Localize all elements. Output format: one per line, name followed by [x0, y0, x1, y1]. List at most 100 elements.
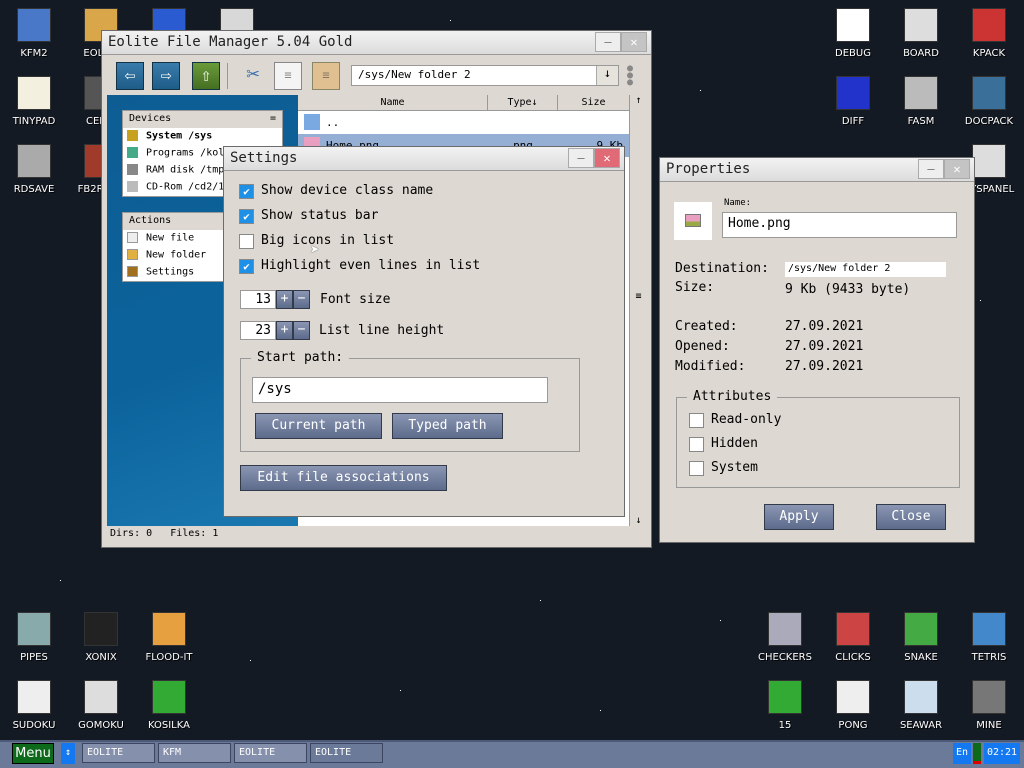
close-button[interactable]: ✕	[944, 159, 970, 179]
desktop-icon-board[interactable]: BOARD	[887, 4, 955, 68]
paste-icon[interactable]: ≡	[312, 62, 340, 90]
language-indicator[interactable]: En	[953, 743, 971, 764]
line-height-input[interactable]: 23	[240, 321, 276, 340]
opened-label: Opened:	[675, 339, 730, 354]
scrollbar[interactable]: ↑ ≡ ↓	[629, 95, 647, 526]
option-checkbox[interactable]: ✔	[239, 209, 254, 224]
desktop-icon-kosilka[interactable]: KOSILKA	[135, 676, 203, 740]
start-path-input[interactable]: /sys	[252, 377, 548, 403]
star	[450, 20, 451, 21]
desktop-icon-pong[interactable]: PONG	[819, 676, 887, 740]
desktop-icon-rdsave[interactable]: RDSAVE	[0, 140, 68, 204]
name-input[interactable]: Home.png	[722, 212, 957, 238]
attribute-checkbox[interactable]	[689, 461, 704, 476]
font-size-minus[interactable]: −	[293, 290, 310, 309]
close-button[interactable]: ✕	[621, 32, 647, 52]
desktop-icon-tinypad[interactable]: TINYPAD	[0, 72, 68, 136]
icon-label: CHECKERS	[758, 652, 812, 663]
desktop-icon-checkers[interactable]: CHECKERS	[751, 608, 819, 672]
created-label: Created:	[675, 319, 738, 334]
icon-label: PONG	[838, 720, 868, 731]
up-button[interactable]: ⇧	[192, 62, 220, 90]
app-icon	[972, 680, 1006, 714]
clock[interactable]: 02:21	[984, 743, 1020, 764]
back-button[interactable]: ⇦	[116, 62, 144, 90]
desktop-icon-kpack[interactable]: KPACK	[955, 4, 1023, 68]
font-size-input[interactable]: 13	[240, 290, 276, 309]
more-menu-icon[interactable]: ● ● ●	[627, 64, 633, 88]
attribute-checkbox[interactable]	[689, 437, 704, 452]
desktop-icon-flood-it[interactable]: FLOOD-IT	[135, 608, 203, 672]
app-icon	[836, 8, 870, 42]
properties-title: Properties	[666, 161, 751, 177]
option-checkbox[interactable]: ✔	[239, 184, 254, 199]
desktop-icon-xonix[interactable]: XONIX	[67, 608, 135, 672]
eolite-titlebar[interactable]: Eolite File Manager 5.04 Gold — ✕	[102, 31, 651, 55]
properties-titlebar[interactable]: Properties — ✕	[660, 158, 974, 182]
file-row[interactable]: ..	[298, 111, 629, 134]
icon-label: KOSILKA	[148, 720, 190, 731]
column-name[interactable]: Name	[298, 95, 488, 110]
taskbar-item[interactable]: EOLITE	[234, 743, 307, 763]
devices-menu-button[interactable]: =	[270, 113, 276, 124]
copy-icon[interactable]: ≡	[274, 62, 302, 90]
path-dropdown-button[interactable]: ↓	[596, 66, 618, 85]
icon-label: MINE	[976, 720, 1002, 731]
cut-icon[interactable]: ✂	[239, 62, 267, 90]
desktop-icon-clicks[interactable]: CLICKS	[819, 608, 887, 672]
icon-label: SUDOKU	[12, 720, 56, 731]
desktop-icon-snake[interactable]: SNAKE	[887, 608, 955, 672]
taskbar-item[interactable]: KFM	[158, 743, 231, 763]
current-path-button[interactable]: Current path	[255, 413, 382, 439]
desktop-icon-debug[interactable]: DEBUG	[819, 4, 887, 68]
taskbar-item[interactable]: EOLITE	[310, 743, 383, 763]
app-icon	[84, 612, 118, 646]
option-label: Highlight even lines in list	[261, 258, 481, 273]
desktop-icon-mine[interactable]: MINE	[955, 676, 1023, 740]
apply-button[interactable]: Apply	[764, 504, 834, 530]
line-height-minus[interactable]: −	[293, 321, 310, 340]
font-size-plus[interactable]: +	[276, 290, 293, 309]
desktop-icon-seawar[interactable]: SEAWAR	[887, 676, 955, 740]
line-height-plus[interactable]: +	[276, 321, 293, 340]
path-input[interactable]: /sys/New folder 2	[351, 65, 619, 86]
file-type	[488, 111, 558, 134]
desktop-icon-tetris[interactable]: TETRIS	[955, 608, 1023, 672]
desktop-icon-kfm2[interactable]: KFM2	[0, 4, 68, 68]
desktop-icon-gomoku[interactable]: GOMOKU	[67, 676, 135, 740]
properties-window: Properties — ✕ Name: Home.png Destination…	[659, 157, 975, 543]
close-button[interactable]: ✕	[594, 148, 620, 168]
app-icon	[84, 680, 118, 714]
desktop-icon-docpack[interactable]: DOCPACK	[955, 72, 1023, 136]
device-item[interactable]: System /sys	[123, 128, 282, 145]
icon-label: DIFF	[841, 116, 865, 127]
device-label: System /sys	[146, 130, 213, 142]
star	[250, 660, 251, 661]
modified-value: 27.09.2021	[785, 359, 864, 374]
desktop-icon-diff[interactable]: DIFF	[819, 72, 887, 136]
typed-path-button[interactable]: Typed path	[392, 413, 503, 439]
minimize-button[interactable]: —	[595, 32, 621, 52]
desktop-icon-pipes[interactable]: PIPES	[0, 608, 68, 672]
settings-titlebar[interactable]: Settings — ✕	[224, 147, 624, 171]
attribute-checkbox[interactable]	[689, 413, 704, 428]
desktop-icon-fasm[interactable]: FASM	[887, 72, 955, 136]
option-checkbox[interactable]: ✔	[239, 259, 254, 274]
minimize-button[interactable]: —	[918, 159, 944, 179]
forward-button[interactable]: ⇨	[152, 62, 180, 90]
menu-button[interactable]: Menu	[12, 743, 54, 764]
minimize-button[interactable]: —	[568, 148, 594, 168]
desktop-icon-15[interactable]: 15	[751, 676, 819, 740]
edit-associations-button[interactable]: Edit file associations	[240, 465, 447, 491]
icon-label: KFM2	[20, 48, 48, 59]
taskbar-item[interactable]: EOLITE	[82, 743, 155, 763]
desktop-icon-sudoku[interactable]: SUDOKU	[0, 676, 68, 740]
column-type[interactable]: Type↓	[488, 95, 558, 110]
switch-button[interactable]: ↕	[61, 743, 75, 764]
icon-label: DEBUG	[835, 48, 871, 59]
close-dialog-button[interactable]: Close	[876, 504, 946, 530]
settings-window: Settings — ✕ ✔ Show device class name ✔ Show…	[223, 146, 625, 517]
column-size[interactable]: Size	[558, 95, 629, 110]
option-checkbox[interactable]	[239, 234, 254, 249]
modified-label: Modified:	[675, 359, 746, 374]
